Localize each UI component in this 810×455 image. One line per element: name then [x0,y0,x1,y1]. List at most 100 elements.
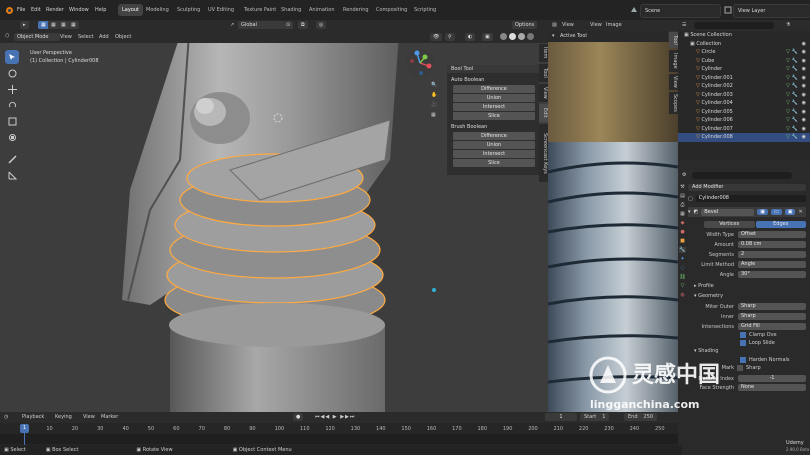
transform-tool-icon[interactable] [5,130,19,144]
snap-button[interactable]: ⧉ [298,21,308,29]
brush-union-button[interactable]: Union [453,141,535,149]
select-box-tool-icon[interactable] [5,50,19,64]
render-toggle[interactable]: ▣ [784,209,796,215]
outliner-object-row[interactable]: ▽ Cylinder.001 ▽ 🔧 ◉ [678,74,810,83]
select-intersect-button[interactable]: ▦ [68,21,79,29]
tab-item[interactable]: Item [539,44,548,62]
visibility-eye-icon[interactable]: ◉ [802,82,806,91]
img-tab-scopes[interactable]: Scopes [669,92,678,114]
add-modifier-button[interactable]: Add Modifier [688,184,806,191]
timeline-view-menu[interactable]: View [83,414,95,420]
property-value-field[interactable]: 2 [738,251,806,258]
keying-menu[interactable]: Keying [55,414,72,420]
outliner-object-row[interactable]: ▽ Cylinder.004 ▽ 🔧 ◉ [678,99,810,108]
visibility-eye-icon[interactable]: ◉ [802,65,806,74]
tab-sculpting[interactable]: Sculpting [173,4,204,16]
transform-orientation-select[interactable]: Global [238,21,284,29]
clamp-overlap-checkbox[interactable] [740,332,746,338]
record-button[interactable]: ● [293,413,304,421]
ortho-grid-icon[interactable]: ▦ [431,112,437,118]
overlay-button[interactable]: ◐ [465,33,476,41]
properties-search-input[interactable] [692,172,792,179]
outliner-object-row[interactable]: ▽ Cylinder.007 ▽ 🔧 ◉ [678,125,810,134]
output-props-icon[interactable]: ⎙ [680,202,684,208]
marker-menu[interactable]: Marker [101,414,118,420]
viewport-menu-object[interactable]: Object [115,34,131,40]
visibility-eye-icon[interactable]: ◉ [802,40,806,49]
cursor-tool-icon[interactable] [5,66,19,80]
bool-tool-title[interactable]: Bool Tool [447,65,539,73]
close-modifier-icon[interactable]: ✕ [798,209,802,215]
profile-section[interactable]: ▸ Profile [688,281,806,291]
visibility-button[interactable]: 👁 [430,33,443,41]
navigation-gizmo[interactable] [405,48,435,78]
menu-render[interactable]: Render [46,5,64,15]
property-value-field[interactable]: Sharp [738,303,806,310]
mark-seam-checkbox[interactable] [737,365,743,371]
viewport-menu-select[interactable]: Select [78,34,93,40]
image-editor[interactable]: ▨ View View Image ▾ Active Tool Tool Ima… [548,20,678,412]
tab-compositing[interactable]: Compositing [372,4,411,16]
rotate-tool-icon[interactable] [5,98,19,112]
object-name-field[interactable]: Cylinder008 [695,195,806,202]
wireframe-shading-icon[interactable] [500,33,507,40]
brush-slice-button[interactable]: Slice [453,159,535,167]
visibility-eye-icon[interactable]: ◉ [802,133,806,142]
render-props-icon[interactable]: ▤ [680,193,685,199]
zoom-icon[interactable]: 🔍 [431,82,437,88]
property-value-field[interactable]: 0.08 cm [738,241,806,248]
tool-select-button[interactable]: ▸ [20,21,29,29]
outliner-object-row[interactable]: ▽ Cylinder ▽ 🔧 ◉ [678,65,810,74]
material-shading-icon[interactable] [518,33,525,40]
visibility-eye-icon[interactable]: ◉ [802,57,806,66]
modifier-props-icon[interactable]: 🔧 [679,247,686,253]
expand-arrow-icon[interactable]: ▾ [688,209,691,215]
menu-help[interactable]: Help [95,5,106,15]
gizmo-button[interactable]: ⚲ [445,33,455,41]
outliner-object-row[interactable]: ▽ Circle ▽ 🔧 ◉ [678,48,810,57]
property-value-field[interactable]: Sharp [738,313,806,320]
menu-file[interactable]: File [17,5,25,15]
options-dropdown[interactable]: Options [512,21,538,29]
current-frame-field[interactable]: 1 [545,413,577,421]
playback-controls[interactable]: ⏮◀◀ ▶ ▶▶⏭ [315,414,355,420]
harden-normals-checkbox[interactable] [740,357,746,363]
scene-props-icon[interactable]: ◆ [681,220,685,226]
tab-shading[interactable]: Shading [277,4,305,16]
img-tab-image[interactable]: Image [669,50,678,72]
world-props-icon[interactable]: ● [680,229,684,235]
loop-slide-row[interactable]: Loop Slide [688,339,806,347]
collection-row[interactable]: ▣ Collection ◉ [678,40,810,49]
property-value-field[interactable]: Angle [738,261,806,268]
3d-viewport[interactable]: ▸ ▦ ▦ ▦ ▦ ↗ Global ⊙ ⧉ ◎ Options ⬡ Objec… [0,20,548,412]
viewport-menu-view[interactable]: View [60,34,72,40]
edit-mode-toggle[interactable]: ▣ [757,209,768,215]
visibility-eye-icon[interactable]: ◉ [802,116,806,125]
outliner-type-icon[interactable]: ☰ [682,22,686,28]
outliner-object-row[interactable]: ▽ Cylinder.003 ▽ 🔧 ◉ [678,91,810,100]
clamp-overlap-row[interactable]: Clamp Ove [688,331,806,339]
auto-intersect-button[interactable]: Intersect [453,103,535,111]
scene-collection-row[interactable]: ▣ Scene Collection [678,31,810,40]
frame-ruler[interactable]: 0102030405060708090100110120130140150160… [0,424,678,434]
visibility-eye-icon[interactable]: ◉ [802,99,806,108]
vertices-tab[interactable]: Vertices [704,221,755,228]
pivot-button[interactable]: ⊙ [283,21,294,29]
property-value-field[interactable]: Offset [738,231,806,238]
auto-slice-button[interactable]: Slice [453,112,535,120]
property-value-field[interactable]: Grid Fill [738,323,806,330]
brush-intersect-button[interactable]: Intersect [453,150,535,158]
rendered-shading-icon[interactable] [527,33,534,40]
editor-type-icon[interactable]: ⬡ [5,33,9,39]
scene-selector[interactable]: Scene [640,4,721,18]
face-strength-select[interactable]: None [738,384,806,391]
playhead-marker[interactable]: 1 [20,424,29,433]
material-index-field[interactable]: -1 [738,375,806,382]
scale-tool-icon[interactable] [5,114,19,128]
proportional-editing-button[interactable]: ◎ [316,21,327,29]
property-value-field[interactable]: 30° [738,271,806,278]
visibility-eye-icon[interactable]: ◉ [802,48,806,57]
visibility-eye-icon[interactable]: ◉ [802,91,806,100]
tab-scripting[interactable]: Scripting [410,4,440,16]
particles-props-icon[interactable]: ✦ [680,256,684,262]
